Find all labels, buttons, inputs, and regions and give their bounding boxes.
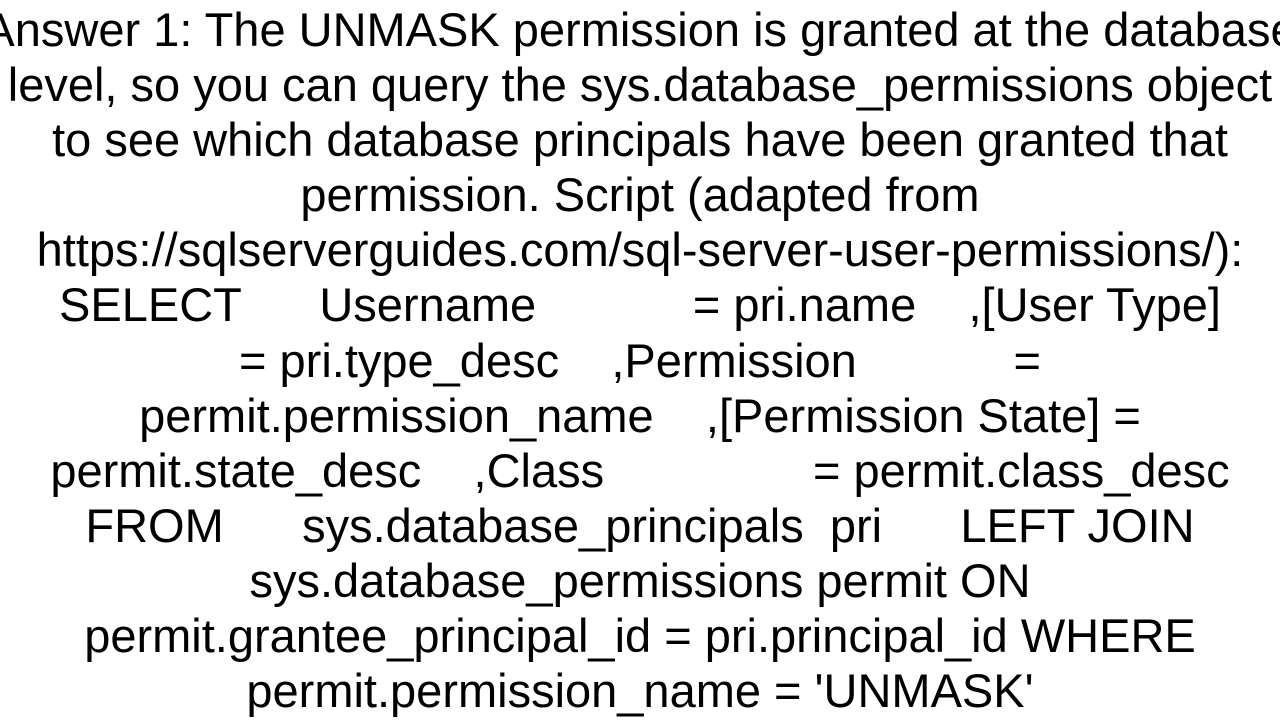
sql-line: permit.permission_name ,[Permission Stat…	[139, 389, 1141, 442]
sql-line: FROM sys.database_principals pri LEFT JO…	[85, 499, 1195, 552]
sql-line: permit.grantee_principal_id = pri.princi…	[84, 609, 1196, 662]
sql-line: SELECT Username = pri.name ,[User Type]	[59, 278, 1221, 331]
text-line: level, so you can query the sys.database…	[7, 58, 1273, 111]
text-line: permission. Script (adapted from	[300, 168, 980, 221]
sql-line: permit.state_desc ,Class = permit.class_…	[50, 444, 1230, 497]
text-line: Answer 1: The UNMASK permission is grant…	[0, 3, 1280, 56]
sql-line: permit.permission_name = 'UNMASK'	[246, 664, 1034, 717]
answer-text-block: Answer 1: The UNMASK permission is grant…	[0, 0, 1280, 720]
source-url-text: https://sqlserverguides.com/sql-server-u…	[36, 223, 1244, 276]
text-line: to see which database principals have be…	[52, 113, 1228, 166]
sql-line: = pri.type_desc ,Permission =	[239, 334, 1041, 387]
sql-line: sys.database_permissions permit ON	[249, 554, 1031, 607]
